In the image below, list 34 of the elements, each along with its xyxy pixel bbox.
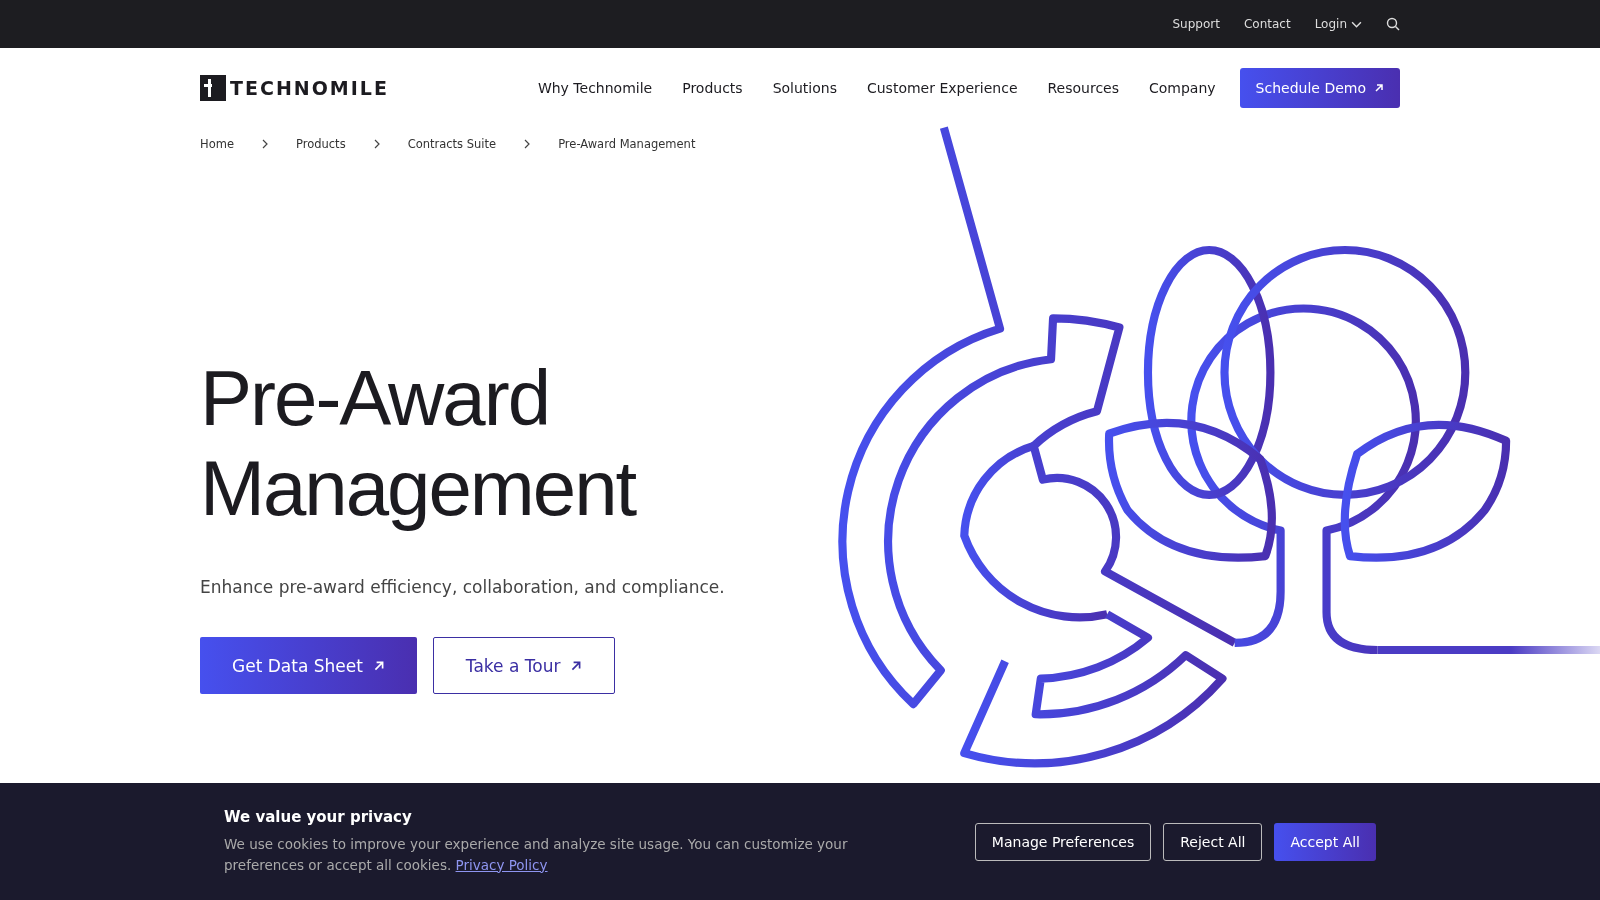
breadcrumb-link[interactable]: Contracts Suite: [407, 137, 497, 151]
top-link[interactable]: Support: [1172, 17, 1220, 31]
hero-subtitle: Enhance pre-award efficiency, collaboration, and compliance.: [200, 577, 726, 597]
nav-link[interactable]: Resources: [1047, 80, 1119, 96]
chevron-icon: [373, 139, 380, 149]
arrow-icon: [372, 659, 385, 672]
nav-link[interactable]: Customer Experience: [866, 80, 1018, 96]
chevron-icon: [261, 139, 268, 149]
top-link[interactable]: Contact: [1243, 17, 1291, 31]
breadcrumb-link[interactable]: Products: [295, 137, 346, 151]
arrow-icon: [570, 659, 583, 672]
page-title: Pre-Award Management: [200, 353, 638, 533]
tour-button[interactable]: Take a Tour: [432, 637, 616, 694]
cookie-title: We value your privacy: [224, 807, 413, 826]
arrow-icon: [1374, 83, 1384, 93]
search-icon[interactable]: [1386, 17, 1400, 31]
cookie-button[interactable]: Reject All: [1163, 822, 1263, 861]
logo-text[interactable]: TECHNOMILE: [230, 77, 389, 99]
schedule-demo-button[interactable]: Schedule Demo: [1239, 68, 1400, 108]
nav-link[interactable]: Solutions: [772, 80, 837, 96]
breadcrumb-link[interactable]: Pre-Award Management: [558, 137, 696, 151]
caret-icon: [1351, 20, 1362, 28]
chevron-icon: [524, 139, 531, 149]
privacy-policy-link[interactable]: Privacy Policy: [455, 856, 548, 873]
cookie-button[interactable]: Accept All: [1274, 822, 1376, 861]
nav-link[interactable]: Why Technomile: [537, 80, 653, 96]
nav-link[interactable]: Products: [682, 80, 743, 96]
breadcrumb-link[interactable]: Home: [200, 137, 234, 151]
cookie-text: We use cookies to improve your experience and analyze site usage. You can customize your preferences or accept all cookies. Privacy Policy: [224, 834, 849, 875]
nav-link[interactable]: Company: [1149, 80, 1216, 96]
data-sheet-button[interactable]: Get Data Sheet: [200, 637, 417, 694]
login-dropdown[interactable]: Login: [1314, 17, 1362, 31]
logo-icon: [200, 75, 226, 101]
cookie-button[interactable]: Manage Preferences: [974, 822, 1152, 861]
